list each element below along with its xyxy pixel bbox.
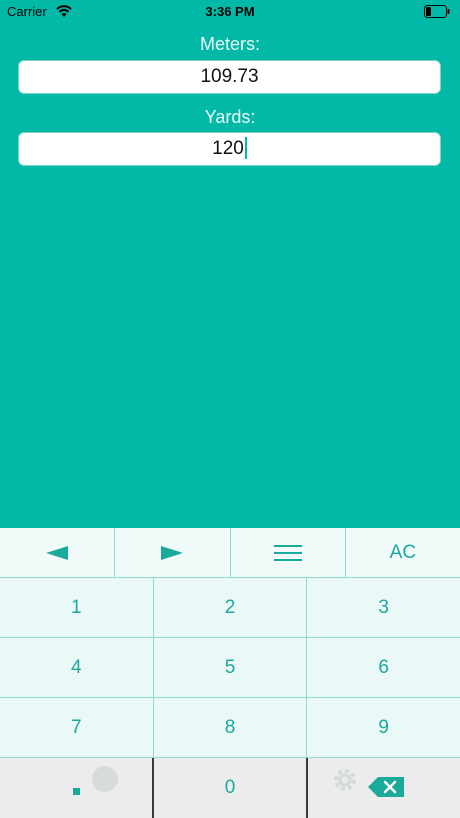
digit-0-button[interactable]: 0: [154, 758, 308, 818]
digit-2-button[interactable]: 2: [153, 578, 308, 638]
keyboard-toolbar: AC: [0, 528, 460, 578]
digit-4-button[interactable]: 4: [0, 638, 154, 698]
left-arrow-icon: [46, 545, 69, 560]
text-caret: [244, 136, 247, 159]
yards-input[interactable]: 120: [18, 132, 441, 166]
digit-5-button[interactable]: 5: [153, 638, 308, 698]
digit-9-button[interactable]: 9: [307, 698, 460, 758]
digit-6-button[interactable]: 6: [307, 638, 460, 698]
battery-icon: [424, 5, 450, 18]
ghost-tab-icon: [92, 766, 118, 792]
keyboard-row-3: 7 8 9: [0, 698, 460, 758]
status-time: 3:36 PM: [205, 4, 255, 19]
numeric-keyboard: AC 1 2 3 4 5 6 7 8 9 . 0: [0, 528, 460, 818]
cursor-left-button[interactable]: [0, 528, 116, 577]
backspace-icon: [368, 777, 404, 797]
right-arrow-icon: [161, 545, 184, 560]
yards-label: Yards:: [204, 107, 256, 127]
meters-value: 109.73: [200, 66, 259, 87]
keyboard-row-4: . 0: [0, 758, 460, 818]
clear-button[interactable]: AC: [345, 528, 460, 577]
menu-icon: [273, 544, 302, 561]
cursor-right-button[interactable]: [115, 528, 231, 577]
keyboard-row-1: 1 2 3: [0, 578, 460, 638]
decimal-button[interactable]: .: [0, 758, 154, 818]
decimal-dot-icon: [73, 788, 80, 795]
digit-1-button[interactable]: 1: [0, 578, 154, 638]
digit-8-button[interactable]: 8: [153, 698, 308, 758]
yards-value: 120: [212, 138, 244, 159]
menu-button[interactable]: [230, 528, 346, 577]
backspace-button[interactable]: [308, 758, 460, 818]
ghost-tab-convert: [92, 766, 118, 792]
ghost-gear-icon: [334, 769, 356, 791]
meters-label: Meters:: [199, 34, 260, 54]
meters-input[interactable]: 109.73: [18, 60, 441, 94]
keyboard-row-2: 4 5 6: [0, 638, 460, 698]
status-bar: Carrier 3:36 PM: [0, 0, 460, 24]
digit-3-button[interactable]: 3: [307, 578, 460, 638]
digit-7-button[interactable]: 7: [0, 698, 154, 758]
